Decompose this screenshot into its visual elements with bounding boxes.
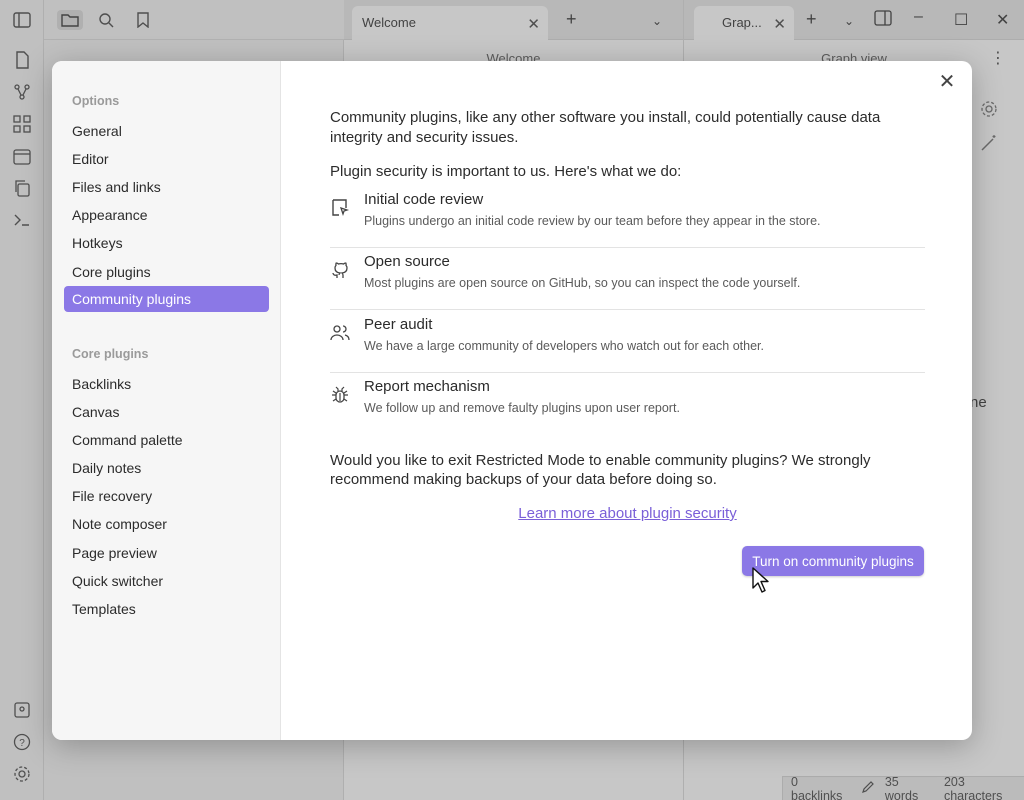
feature-title: Peer audit	[364, 316, 433, 333]
feature-peer-audit: Peer audit We have a large community of …	[330, 311, 925, 373]
nav-item-files-and-links[interactable]: Files and links	[64, 174, 269, 200]
nav-item-page-preview[interactable]: Page preview	[64, 540, 269, 566]
feature-description: We have a large community of developers …	[364, 339, 764, 353]
mouse-cursor-icon	[751, 566, 771, 594]
nav-item-community-plugins[interactable]: Community plugins	[64, 286, 269, 312]
nav-item-editor[interactable]: Editor	[64, 146, 269, 172]
users-icon	[330, 323, 350, 343]
learn-more-link[interactable]: Learn more about plugin security	[330, 505, 925, 522]
nav-item-hotkeys[interactable]: Hotkeys	[64, 230, 269, 256]
nav-item-quick-switcher[interactable]: Quick switcher	[64, 568, 269, 594]
nav-item-file-recovery[interactable]: File recovery	[64, 483, 269, 509]
close-icon[interactable]: ✕	[936, 70, 958, 93]
bug-icon	[330, 385, 350, 405]
code-review-icon	[330, 198, 350, 218]
feature-open-source: Open source Most plugins are open source…	[330, 248, 925, 310]
restricted-mode-question: Would you like to exit Restricted Mode t…	[330, 452, 871, 488]
feature-description: Plugins undergo an initial code review b…	[364, 214, 821, 228]
feature-description: Most plugins are open source on GitHub, …	[364, 276, 801, 290]
github-icon	[330, 260, 350, 280]
security-intro-text: Plugin security is important to us. Here…	[330, 163, 682, 180]
settings-nav: Options General Editor Files and links A…	[52, 61, 281, 740]
nav-item-note-composer[interactable]: Note composer	[64, 511, 269, 537]
feature-code-review: Initial code review Plugins undergo an i…	[330, 186, 925, 248]
feature-report-mechanism: Report mechanism We follow up and remove…	[330, 373, 925, 435]
feature-title: Report mechanism	[364, 378, 490, 395]
nav-heading-core-plugins: Core plugins	[72, 347, 149, 361]
nav-item-backlinks[interactable]: Backlinks	[64, 371, 269, 397]
nav-item-general[interactable]: General	[64, 118, 269, 144]
settings-modal: Options General Editor Files and links A…	[52, 61, 972, 740]
nav-item-command-palette[interactable]: Command palette	[64, 427, 269, 453]
nav-heading-options: Options	[72, 94, 120, 108]
nav-item-canvas[interactable]: Canvas	[64, 399, 269, 425]
nav-item-daily-notes[interactable]: Daily notes	[64, 455, 269, 481]
feature-description: We follow up and remove faulty plugins u…	[364, 401, 680, 415]
nav-item-appearance[interactable]: Appearance	[64, 202, 269, 228]
nav-item-core-plugins[interactable]: Core plugins	[64, 259, 269, 285]
intro-text: Community plugins, like any other softwa…	[330, 109, 881, 146]
feature-title: Initial code review	[364, 191, 484, 208]
nav-item-templates[interactable]: Templates	[64, 596, 269, 622]
feature-title: Open source	[364, 253, 450, 270]
